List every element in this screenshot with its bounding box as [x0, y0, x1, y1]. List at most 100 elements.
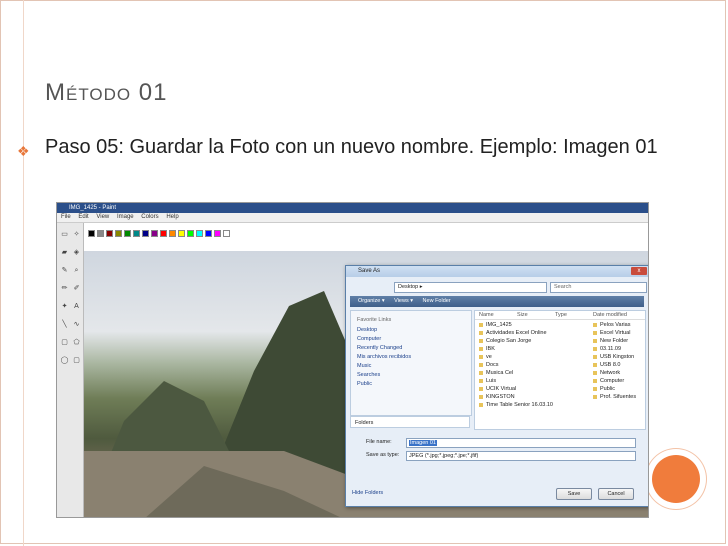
swatch[interactable] [178, 230, 185, 237]
color-palette [87, 225, 277, 247]
paint-screenshot: IMG_1425 - Paint File Edit View Image Co… [56, 202, 649, 518]
file-list: Name Size Type Date modified IMG_1425 Ac… [474, 310, 646, 430]
paint-menu-bar: File Edit View Image Colors Help [57, 213, 648, 223]
pencil-icon[interactable]: ✏ [60, 284, 69, 293]
decorative-circle [652, 455, 700, 503]
fav-recently-changed[interactable]: Recently Changed [357, 345, 471, 351]
brush-icon[interactable]: ✐ [72, 284, 81, 293]
swatch[interactable] [142, 230, 149, 237]
slide-title: Método 01 [45, 79, 168, 106]
list-item[interactable]: USB 8.0 [593, 361, 636, 369]
menu-edit[interactable]: Edit [78, 214, 88, 220]
list-item[interactable]: Network [593, 369, 636, 377]
swatch[interactable] [223, 230, 230, 237]
views-button[interactable]: Views ▾ [394, 298, 413, 304]
list-item[interactable]: Colegio San Jorge [479, 337, 553, 345]
file-column-2: Pelos Varias Excel Virtual New Folder 03… [593, 321, 636, 401]
fav-computer[interactable]: Computer [357, 336, 471, 342]
dialog-title: Save As x [346, 266, 648, 277]
save-button[interactable]: Save [556, 488, 592, 500]
menu-file[interactable]: File [61, 214, 71, 220]
menu-help[interactable]: Help [166, 214, 178, 220]
swatch[interactable] [196, 230, 203, 237]
zoom-icon[interactable]: ⌕ [72, 266, 81, 275]
save-as-dialog: Save As x Desktop ▸ Search Organize ▾ Vi… [345, 265, 648, 507]
new-folder-button[interactable]: New Folder [423, 298, 451, 304]
list-item[interactable]: IMG_1425 [479, 321, 553, 329]
list-item[interactable]: KINGSTON [479, 393, 553, 401]
list-item[interactable]: Prof. Sifuentes [593, 393, 636, 401]
line-icon[interactable]: ╲ [60, 320, 69, 329]
save-type-select[interactable]: JPEG (*.jpg;*.jpeg;*.jpe;*.jfif) [406, 451, 636, 461]
curve-icon[interactable]: ∿ [72, 320, 81, 329]
folders-toggle[interactable]: Folders [350, 416, 470, 428]
file-name-value: Imagen 01 [409, 440, 437, 446]
list-item[interactable]: New Folder [593, 337, 636, 345]
list-item[interactable]: IBK [479, 345, 553, 353]
list-item[interactable]: Public [593, 385, 636, 393]
file-column-1: IMG_1425 Actividades Excel Online Colegi… [479, 321, 553, 409]
save-type-row: Save as type: [366, 450, 399, 460]
organize-button[interactable]: Organize ▾ [358, 298, 385, 304]
list-item[interactable]: Luis [479, 377, 553, 385]
list-item[interactable]: Pelos Varias [593, 321, 636, 329]
swatch[interactable] [106, 230, 113, 237]
swatch[interactable] [187, 230, 194, 237]
list-item[interactable]: Time Table Senior 16.03.10 [479, 401, 553, 409]
favorite-links-header: Favorite Links [357, 317, 392, 323]
rectangle-icon[interactable]: ▢ [60, 338, 69, 347]
col-date[interactable]: Date modified [593, 311, 627, 319]
swatch[interactable] [88, 230, 95, 237]
list-item[interactable]: ve [479, 353, 553, 361]
swatch[interactable] [151, 230, 158, 237]
swatch[interactable] [124, 230, 131, 237]
menu-image[interactable]: Image [117, 214, 134, 220]
list-item[interactable]: Musica Cel [479, 369, 553, 377]
search-input[interactable]: Search [550, 282, 647, 293]
paint-toolbox: ▭ ✧ ▰ ◈ ✎ ⌕ ✏ ✐ ✦ A ╲ ∿ ▢ ⬠ ◯ ▢ [57, 223, 84, 517]
swatch[interactable] [133, 230, 140, 237]
select-icon[interactable]: ▭ [60, 230, 69, 239]
list-item[interactable]: 03.11.09 [593, 345, 636, 353]
eraser-icon[interactable]: ▰ [60, 248, 69, 257]
text-icon[interactable]: A [72, 302, 81, 311]
swatch[interactable] [97, 230, 104, 237]
list-item[interactable]: Excel Virtual [593, 329, 636, 337]
fav-mis-archivos[interactable]: Mis archivos recibidos [357, 354, 471, 360]
rounded-rect-icon[interactable]: ▢ [72, 356, 81, 365]
fill-icon[interactable]: ◈ [72, 248, 81, 257]
list-item[interactable]: Actividades Excel Online [479, 329, 553, 337]
file-name-input[interactable]: Imagen 01 [406, 438, 636, 448]
fav-searches[interactable]: Searches [357, 372, 471, 378]
col-size[interactable]: Size [517, 311, 528, 319]
bullet-icon: ❖ [17, 143, 30, 159]
picker-icon[interactable]: ✎ [60, 266, 69, 275]
fav-public[interactable]: Public [357, 381, 471, 387]
file-list-header: Name Size Type Date modified [475, 311, 645, 320]
dialog-title-text: Save As [358, 268, 381, 274]
ellipse-icon[interactable]: ◯ [60, 356, 69, 365]
list-item[interactable]: Computer [593, 377, 636, 385]
swatch[interactable] [115, 230, 122, 237]
slide-bullet-text: Paso 05: Guardar la Foto con un nuevo no… [45, 136, 658, 158]
list-item[interactable]: Docs [479, 361, 553, 369]
free-select-icon[interactable]: ✧ [72, 230, 81, 239]
swatch[interactable] [205, 230, 212, 237]
polygon-icon[interactable]: ⬠ [72, 338, 81, 347]
list-item[interactable]: UCIK Virtual [479, 385, 553, 393]
col-type[interactable]: Type [555, 311, 567, 319]
col-name[interactable]: Name [479, 311, 494, 319]
menu-colors[interactable]: Colors [141, 214, 158, 220]
close-button[interactable]: x [631, 267, 647, 275]
fav-music[interactable]: Music [357, 363, 471, 369]
swatch[interactable] [214, 230, 221, 237]
list-item[interactable]: USB Kingston [593, 353, 636, 361]
menu-view[interactable]: View [96, 214, 109, 220]
swatch[interactable] [160, 230, 167, 237]
hide-folders-button[interactable]: Hide Folders [352, 490, 383, 496]
airbrush-icon[interactable]: ✦ [60, 302, 69, 311]
address-bar[interactable]: Desktop ▸ [394, 282, 547, 293]
swatch[interactable] [169, 230, 176, 237]
fav-desktop[interactable]: Desktop [357, 327, 471, 333]
cancel-button[interactable]: Cancel [598, 488, 634, 500]
